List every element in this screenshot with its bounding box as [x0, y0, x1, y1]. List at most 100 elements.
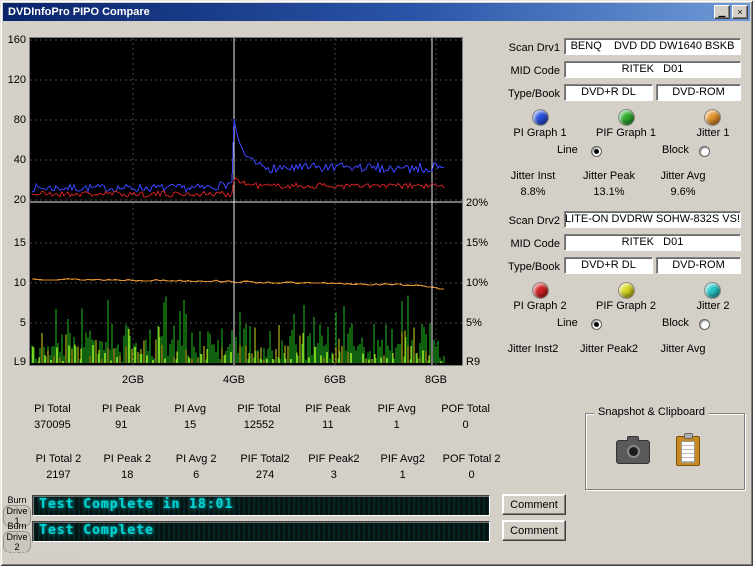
line-label-drive1: Line [557, 144, 578, 156]
stat-label: PIF Total2 [240, 453, 290, 465]
stat-label: PI Avg [174, 403, 206, 415]
axis-tick-label: 40 [13, 154, 26, 166]
pi-graph2-label: PI Graph 2 [513, 300, 567, 312]
snapshot-group-title: Snapshot & Clipboard [594, 406, 710, 418]
type-book2-label: Type/Book [508, 261, 560, 273]
stat-label: POF Total [441, 403, 490, 415]
axis-tick-label: 5% [466, 317, 482, 329]
minimize-button[interactable]: ▁ [714, 5, 730, 19]
stat-pif-peak: PIF Peak 11 [293, 403, 362, 431]
comment-button-1[interactable]: Comment [502, 494, 566, 515]
mid-code1-field: RITEK D01 [564, 61, 741, 78]
burn-label-line1: Burn [7, 521, 27, 531]
stat-label: PIF Peak [305, 403, 351, 415]
titlebar: DVDInfoPro PIPO Compare ▁ × [3, 3, 750, 21]
burn-label-line1: Burn [7, 495, 27, 505]
stat-pi-total: PI Total 370095 [18, 403, 87, 431]
minimize-icon: ▁ [718, 6, 726, 17]
stat-label: PI Peak 2 [103, 453, 152, 465]
stats-row-1: PI Total 370095 PI Peak 91 PI Avg 15 PIF To… [18, 403, 500, 431]
block-label-drive2: Block [662, 317, 689, 329]
block-label-drive1: Block [662, 144, 689, 156]
axis-tick-label: 120 [7, 74, 26, 86]
stat-value: 274 [255, 469, 275, 481]
radio-block-drive2[interactable] [699, 319, 710, 330]
jitter2-indicator [705, 283, 720, 298]
jitter-peak2-label: Jitter Peak2 [579, 343, 639, 355]
jitter-inst2-label: Jitter Inst2 [507, 343, 559, 355]
stat-pi-avg: PI Avg 15 [156, 403, 225, 431]
stat-label: POF Total 2 [442, 453, 501, 465]
axis-tick-label: 2GB [121, 374, 144, 386]
axis-tick-label: 10 [13, 277, 26, 289]
lcd-text-2: Test Complete [39, 523, 154, 538]
stat-pif-total: PIF Total 12552 [225, 403, 294, 431]
clipboard-button[interactable] [676, 433, 700, 466]
stat-label: PI Peak [102, 403, 141, 415]
stat-pif-total-2: PIF Total2 274 [231, 453, 300, 481]
axis-tick-label: 15% [466, 237, 489, 249]
stat-value: 1 [393, 419, 400, 431]
mid-code2-label: MID Code [510, 238, 560, 250]
stat-value: 0 [462, 419, 469, 431]
stat-pi-total-2: PI Total 2 2197 [24, 453, 93, 481]
stat-pif-avg: PIF Avg 1 [362, 403, 431, 431]
stat-label: PIF Peak2 [308, 453, 360, 465]
pi-graph1-label: PI Graph 1 [513, 127, 567, 139]
radio-line-drive1[interactable] [591, 146, 602, 157]
jitter-peak1-label: Jitter Peak [583, 170, 635, 182]
clipboard-icon [676, 433, 700, 466]
snapshot-button[interactable] [616, 436, 650, 464]
jitter1-indicator [705, 110, 720, 125]
stat-pof-total: POF Total 0 [431, 403, 500, 431]
axis-tick-label: L9 [13, 356, 26, 368]
jitter1-label: Jitter 1 [696, 127, 730, 139]
close-button[interactable]: × [732, 5, 748, 19]
close-icon: × [737, 6, 743, 17]
mid-code1-label: MID Code [510, 65, 560, 77]
axis-tick-label: 20 [13, 194, 26, 206]
line-label-drive2: Line [557, 317, 578, 329]
lcd-text-1: Test Complete in 18:01 [39, 497, 234, 512]
stat-label: PIF Total [237, 403, 281, 415]
stat-value: 2197 [46, 469, 71, 481]
jitter-avg1-label: Jitter Avg [660, 170, 706, 182]
pif-graph1-label: PIF Graph 1 [596, 127, 656, 139]
pi-graph1-indicator [533, 110, 548, 125]
type1-field: DVD+R DL [564, 84, 653, 101]
axis-tick-label: 4GB [222, 374, 245, 386]
comment-button-2[interactable]: Comment [502, 520, 566, 541]
radio-block-drive1[interactable] [699, 146, 710, 157]
axis-tick-label: 6GB [323, 374, 346, 386]
chart-frame [29, 37, 463, 366]
axis-tick-label: 160 [7, 34, 26, 46]
jitter-avg1-value: 9.6% [670, 186, 696, 198]
window-title: DVDInfoPro PIPO Compare [8, 6, 150, 18]
radio-line-drive2[interactable] [591, 319, 602, 330]
stat-value: 11 [322, 419, 334, 431]
jitter2-label: Jitter 2 [696, 300, 730, 312]
jitter-inst1-label: Jitter Inst [510, 170, 556, 182]
book2-field: DVD-ROM [656, 257, 741, 274]
pi-graph2-indicator [533, 283, 548, 298]
axis-tick-label: 15 [13, 237, 26, 249]
pif-graph2-indicator [619, 283, 634, 298]
axis-tick-label: 20% [466, 197, 489, 209]
app-window: DVDInfoPro PIPO Compare ▁ × 160 120 80 40 20… [0, 0, 753, 566]
jitter-peak1-value: 13.1% [593, 186, 625, 198]
stat-pof-total-2: POF Total 2 0 [437, 453, 506, 481]
axis-tick-label: 10% [466, 277, 489, 289]
scan-drv1-field: BENQ DVD DD DW1640 BSKB [564, 38, 741, 55]
stat-label: PI Avg 2 [175, 453, 217, 465]
axis-tick-label: 8GB [424, 374, 447, 386]
stat-pi-peak-2: PI Peak 2 18 [93, 453, 162, 481]
type2-field: DVD+R DL [564, 257, 653, 274]
pif-graph2-label: PIF Graph 2 [596, 300, 656, 312]
stat-value: 6 [193, 469, 200, 481]
lcd-display-2: Test Complete [32, 521, 490, 542]
scan-drv2-field: LITE-ON DVDRW SOHW-832S VS! [564, 211, 741, 228]
stats-row-2: PI Total 2 2197 PI Peak 2 18 PI Avg 2 6 PIF… [24, 453, 506, 481]
jitter-avg2-label: Jitter Avg [660, 343, 706, 355]
axis-tick-label: 80 [13, 114, 26, 126]
stat-pi-peak: PI Peak 91 [87, 403, 156, 431]
